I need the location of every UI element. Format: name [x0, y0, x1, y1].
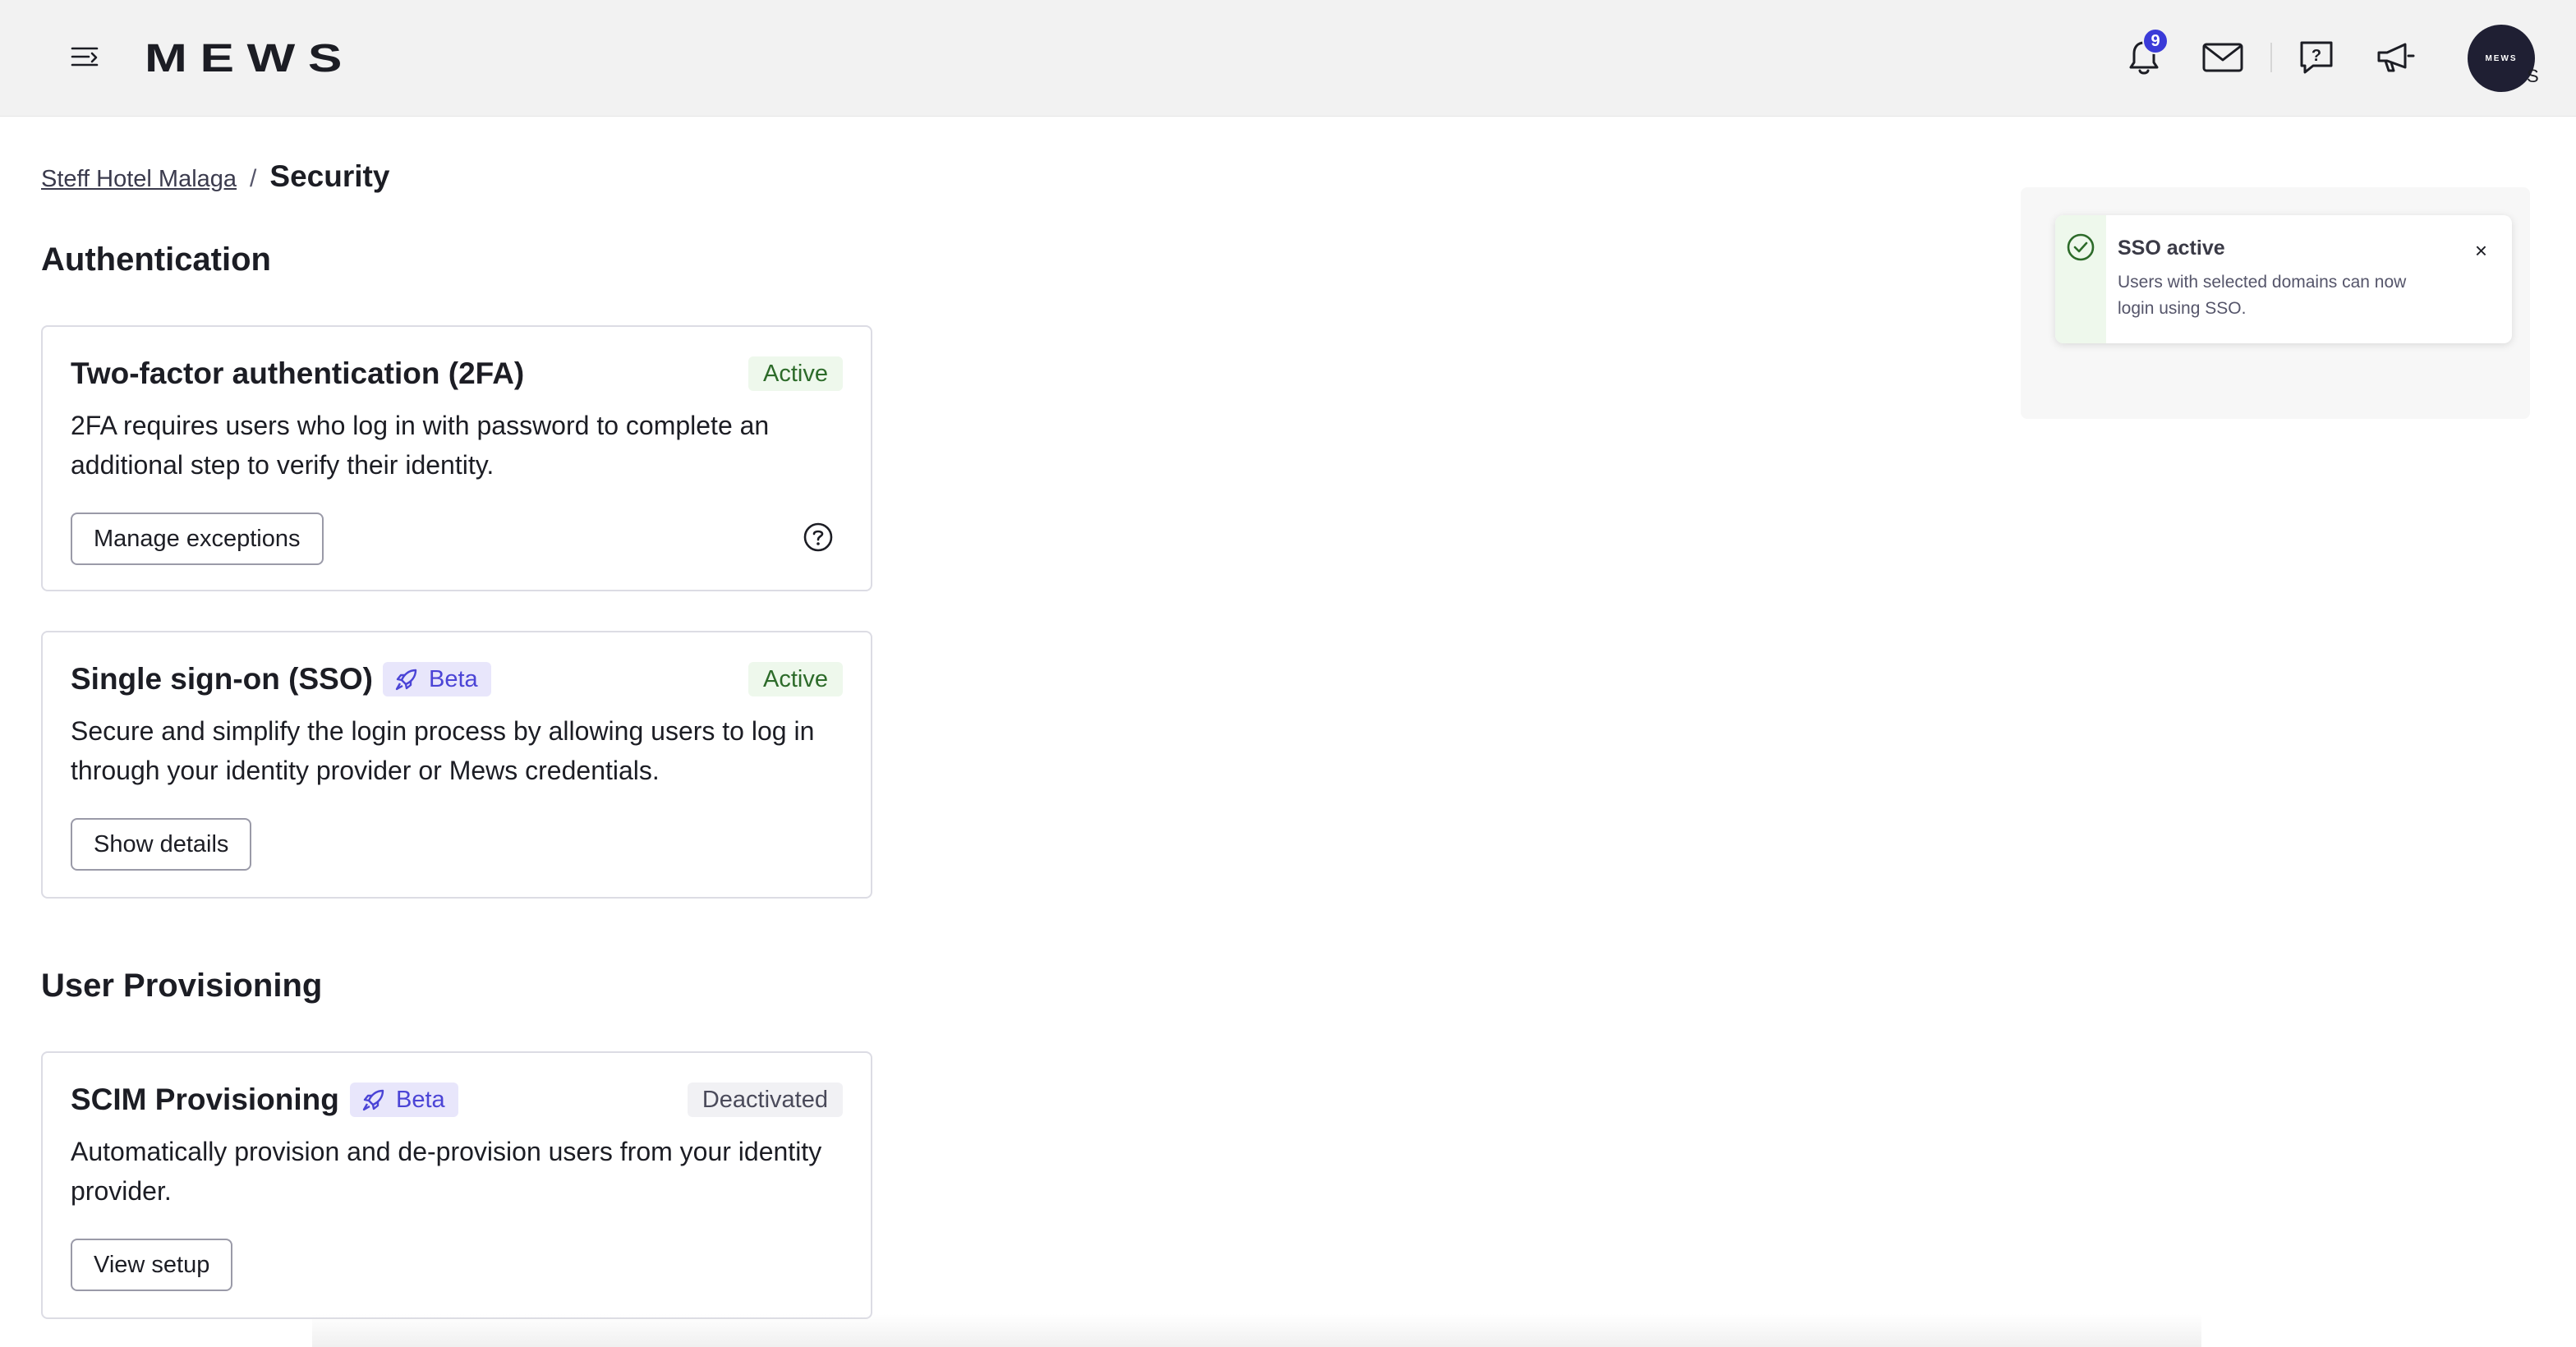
rocket-icon — [362, 1089, 384, 1111]
check-circle-icon — [2067, 233, 2095, 261]
two-factor-status-badge: Active — [748, 356, 843, 391]
avatar-logo-text: MEWS — [2485, 53, 2518, 63]
mail-icon — [2202, 43, 2243, 72]
bottom-scroll-shadow — [312, 1314, 2201, 1347]
scim-status-badge: Deactivated — [687, 1083, 843, 1117]
svg-text:MEWS: MEWS — [145, 37, 355, 79]
megaphone-icon — [2377, 43, 2415, 72]
scim-card: SCIM Provisioning Beta Deactivated Autom… — [41, 1051, 872, 1319]
user-provisioning-heading: User Provisioning — [41, 968, 323, 1004]
header-divider — [2270, 43, 2272, 72]
page-title: Security — [269, 159, 390, 193]
sso-active-toast: SSO active Users with selected domains c… — [2055, 215, 2512, 343]
notification-count-badge: 9 — [2142, 28, 2169, 54]
notifications-button[interactable]: 9 — [2118, 28, 2170, 84]
svg-text:?: ? — [2312, 47, 2321, 65]
show-details-button[interactable]: Show details — [71, 818, 252, 871]
announcements-button[interactable] — [2369, 31, 2422, 84]
sso-card: Single sign-on (SSO) Beta Active Secure … — [41, 631, 872, 899]
manage-exceptions-button[interactable]: Manage exceptions — [71, 513, 324, 565]
sso-description: Secure and simplify the login process by… — [71, 716, 815, 785]
scim-beta-label: Beta — [396, 1086, 445, 1113]
scim-description: Automatically provision and de-provision… — [71, 1137, 822, 1206]
close-icon[interactable]: × — [2475, 238, 2487, 264]
breadcrumb-separator: / — [250, 165, 257, 192]
top-bar: MEWS 9 ? MEWS S — [0, 0, 2576, 117]
menu-icon[interactable] — [69, 41, 102, 74]
breadcrumb-hotel-link[interactable]: Steff Hotel Malaga — [41, 166, 237, 193]
messages-button[interactable] — [2196, 31, 2249, 84]
sso-beta-label: Beta — [429, 665, 478, 692]
help-button[interactable]: ? — [2290, 31, 2343, 84]
help-chat-icon: ? — [2300, 41, 2333, 74]
rocket-icon — [395, 669, 417, 691]
two-factor-description: 2FA requires users who log in with passw… — [71, 411, 770, 480]
avatar-initial: S — [2527, 66, 2539, 86]
two-factor-title: Two-factor authentication (2FA) — [71, 356, 525, 390]
sso-title: Single sign-on (SSO) — [71, 662, 373, 696]
scim-title: SCIM Provisioning — [71, 1083, 339, 1116]
scim-beta-badge: Beta — [350, 1083, 458, 1117]
breadcrumb: Steff Hotel Malaga / Security — [41, 159, 389, 194]
sso-beta-badge: Beta — [383, 662, 491, 696]
question-circle-icon[interactable] — [802, 521, 835, 554]
toast-title: SSO active — [2118, 237, 2225, 260]
view-setup-button[interactable]: View setup — [71, 1239, 233, 1291]
user-avatar[interactable]: MEWS — [2468, 25, 2535, 92]
sso-status-badge: Active — [748, 662, 843, 696]
two-factor-card: Two-factor authentication (2FA) Active 2… — [41, 325, 872, 591]
mews-logo[interactable]: MEWS — [145, 36, 358, 79]
authentication-heading: Authentication — [41, 241, 271, 278]
toast-message: Users with selected domains can now logi… — [2118, 273, 2407, 318]
